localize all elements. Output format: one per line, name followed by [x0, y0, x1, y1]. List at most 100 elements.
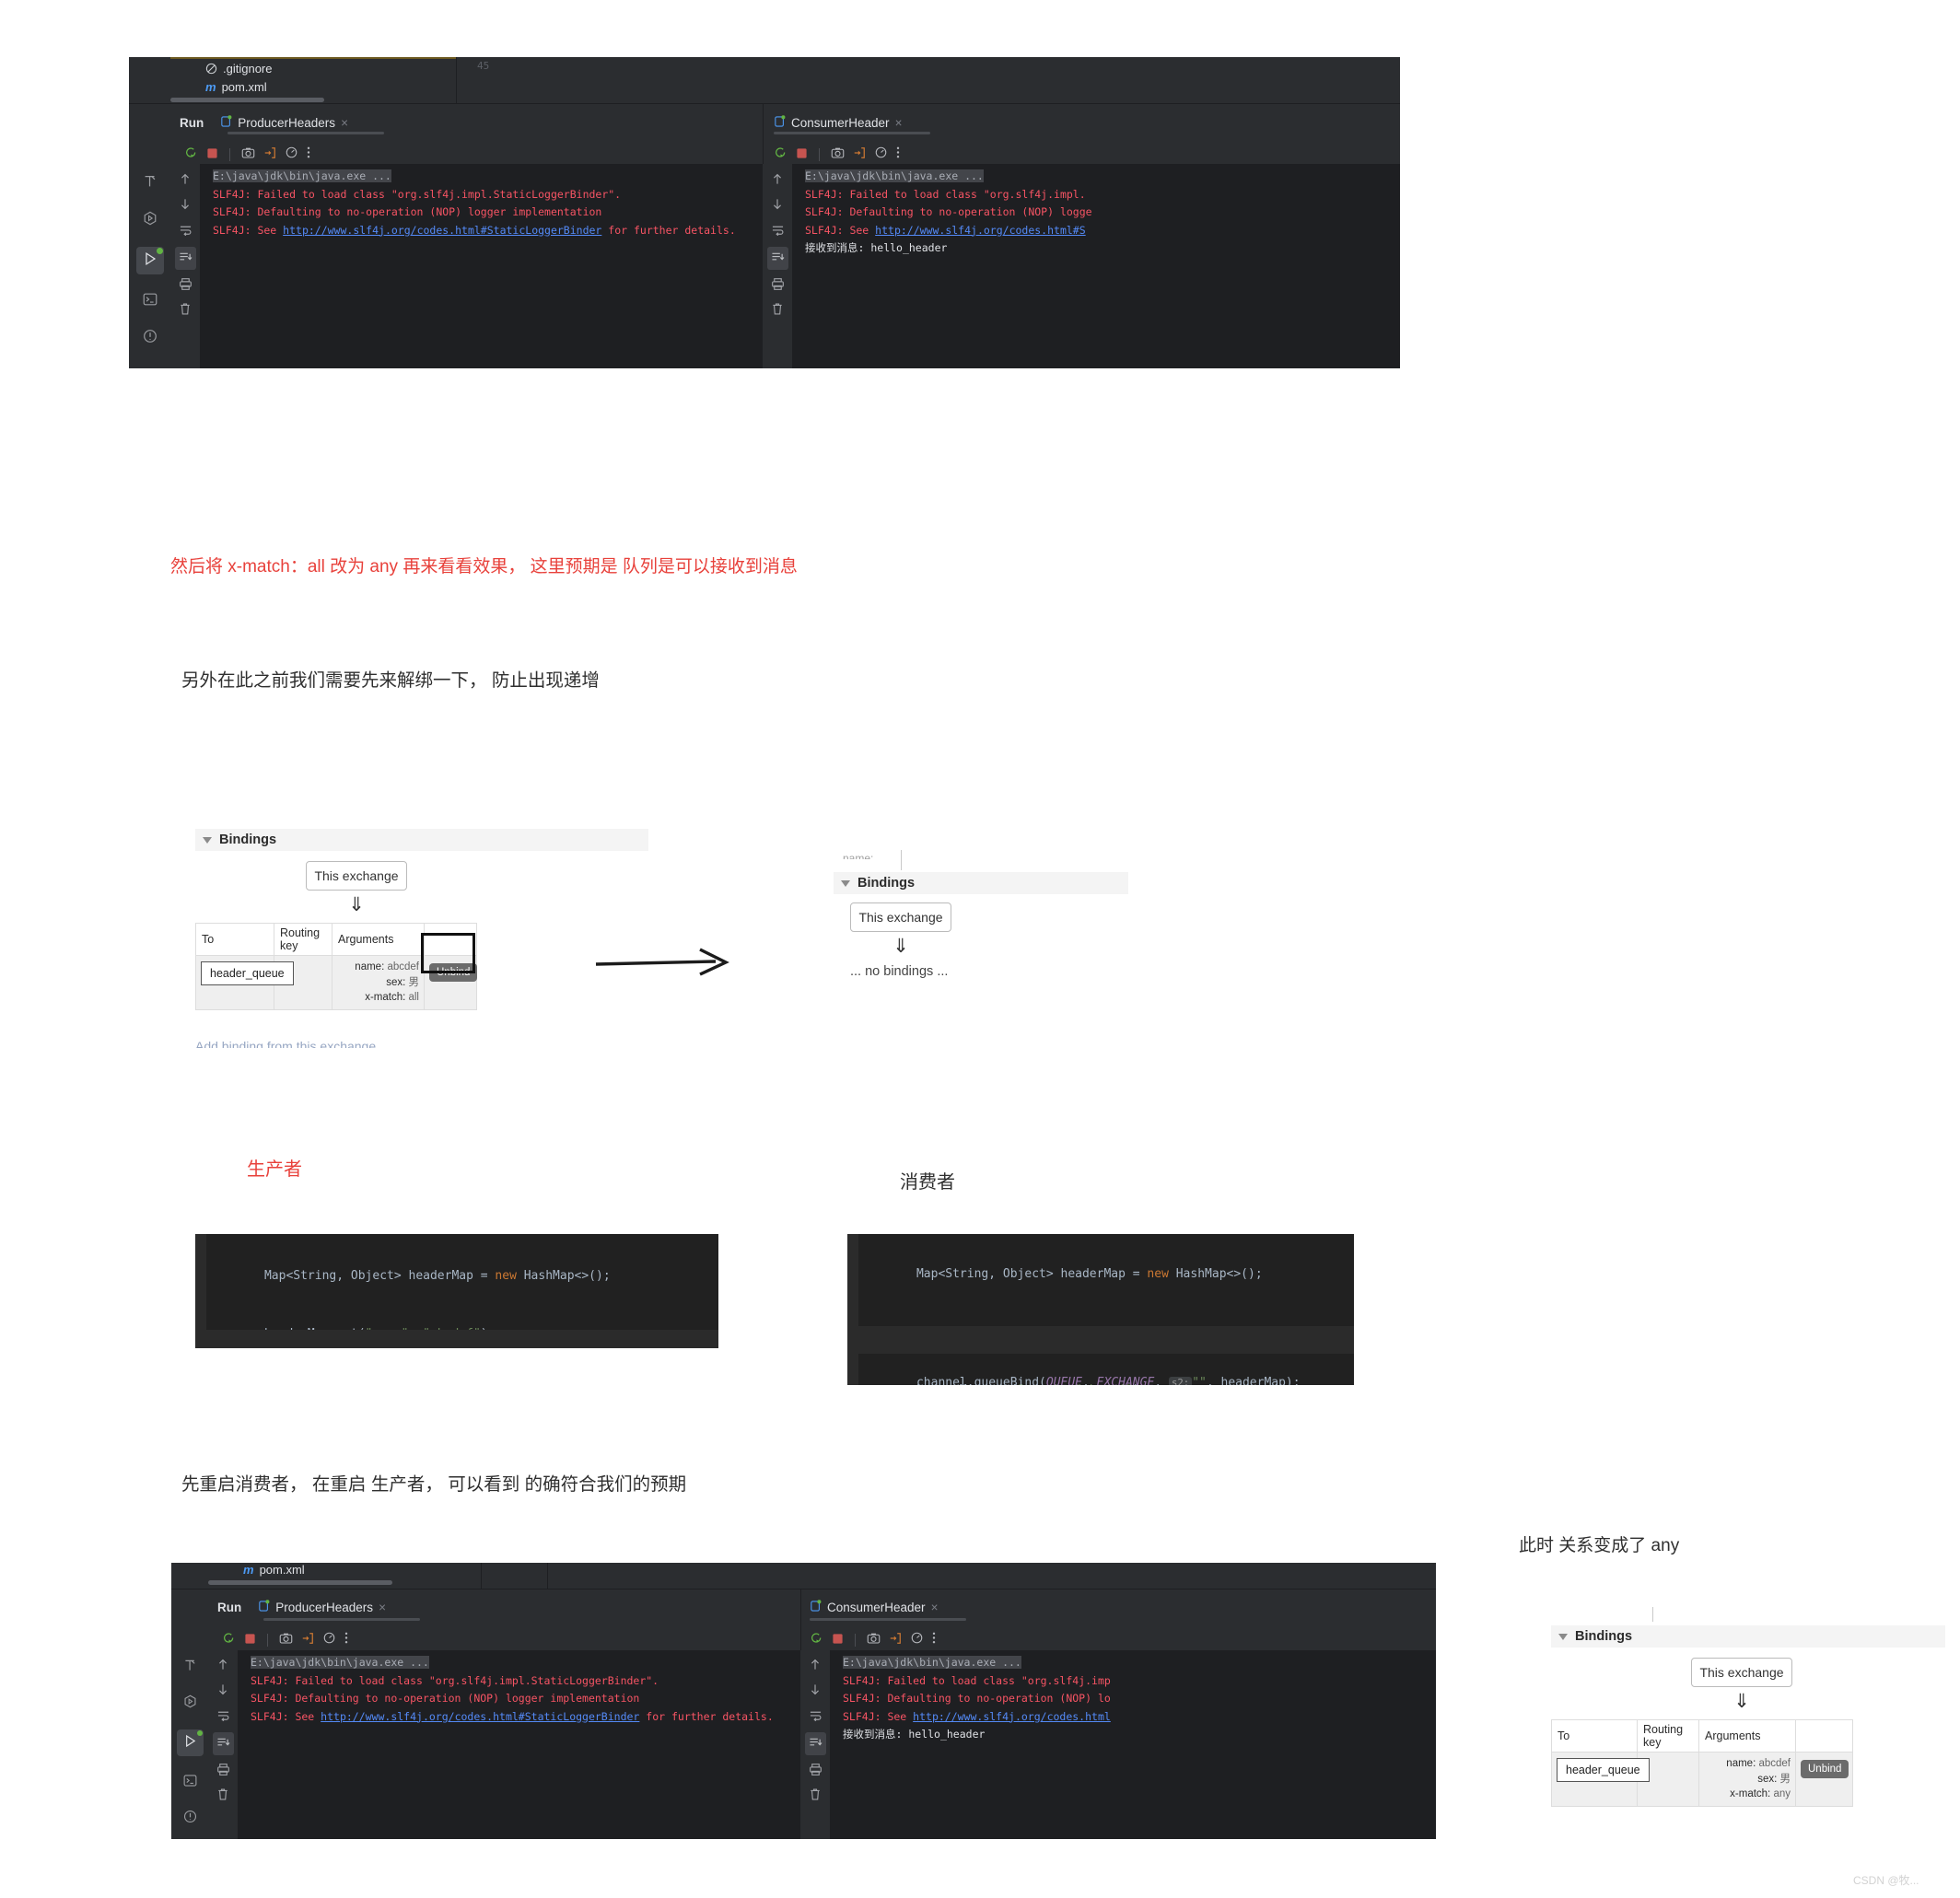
debug-icon[interactable]: [142, 210, 158, 230]
console-link[interactable]: http://www.slf4j.org/codes.html#StaticLo…: [283, 224, 601, 237]
clear-all-icon[interactable]: [179, 302, 192, 320]
scroll-to-end-icon[interactable]: [212, 1732, 234, 1755]
chevron-down-icon[interactable]: [1558, 1633, 1568, 1640]
scroll-down-icon[interactable]: [216, 1683, 229, 1700]
profiler-icon[interactable]: [910, 1631, 924, 1648]
terminal-icon[interactable]: [142, 291, 158, 311]
chevron-down-icon[interactable]: [841, 879, 850, 887]
run-tool-window-icon[interactable]: [135, 247, 164, 274]
soft-wrap-icon[interactable]: [216, 1707, 230, 1725]
console-output-right[interactable]: E:\java\jdk\bin\java.exe ... SLF4J: Fail…: [792, 164, 1400, 368]
file-tree-item[interactable]: m pom.xml: [243, 1563, 305, 1577]
profiler-icon[interactable]: [322, 1631, 336, 1648]
rerun-icon[interactable]: [810, 1631, 823, 1648]
unbind-button[interactable]: Unbind: [429, 963, 478, 982]
this-exchange-label: This exchange: [858, 910, 943, 925]
screenshot-icon[interactable]: [831, 146, 845, 163]
more-options-icon[interactable]: [307, 146, 310, 163]
rerun-icon[interactable]: [774, 146, 788, 163]
file-tree-scrollbar[interactable]: [170, 98, 324, 102]
bindings-section-header[interactable]: Bindings: [834, 872, 1128, 894]
add-binding-footer-clipped[interactable]: Add binding from this exchange: [195, 1039, 435, 1048]
screenshot-icon[interactable]: [279, 1631, 293, 1648]
more-options-icon[interactable]: [896, 146, 900, 163]
build-icon[interactable]: [142, 173, 158, 193]
file-tree-item-label: .gitignore: [223, 62, 273, 76]
problems-icon[interactable]: [142, 328, 158, 348]
scroll-to-end-icon[interactable]: [766, 247, 788, 270]
export-icon[interactable]: [301, 1631, 314, 1648]
tab-consumer-header[interactable]: ConsumerHeader ×: [774, 114, 903, 131]
bindings-section-header[interactable]: Bindings: [195, 829, 648, 851]
soft-wrap-icon[interactable]: [771, 222, 785, 239]
rerun-icon[interactable]: [222, 1631, 236, 1648]
debug-icon[interactable]: [182, 1694, 198, 1713]
tab-producer-headers[interactable]: ProducerHeaders ×: [220, 114, 348, 131]
consumer-code-block[interactable]: Map<String, Object> headerMap = new Hash…: [847, 1234, 1354, 1385]
scroll-down-icon[interactable]: [179, 197, 192, 215]
bindings-section-header[interactable]: Bindings: [1551, 1625, 1945, 1648]
soft-wrap-icon[interactable]: [809, 1707, 822, 1725]
clear-all-icon[interactable]: [809, 1787, 822, 1805]
screenshot-icon[interactable]: [241, 146, 255, 163]
print-icon[interactable]: [216, 1763, 230, 1780]
print-icon[interactable]: [771, 277, 785, 295]
problems-icon[interactable]: [182, 1809, 198, 1828]
close-icon[interactable]: ×: [341, 116, 348, 130]
soft-wrap-icon[interactable]: [179, 222, 192, 239]
project-file-tree[interactable]: m pom.xml: [208, 1563, 481, 1589]
arg-row: name: abcdef: [1704, 1756, 1791, 1772]
profiler-icon[interactable]: [285, 146, 298, 163]
file-tree-item[interactable]: .gitignore: [205, 62, 272, 76]
build-icon[interactable]: [182, 1658, 198, 1677]
profiler-icon[interactable]: [874, 146, 888, 163]
file-tree-item[interactable]: m pom.xml: [205, 80, 267, 94]
tab-consumer-header[interactable]: ConsumerHeader ×: [810, 1599, 939, 1615]
scroll-to-end-icon[interactable]: [174, 247, 196, 270]
export-icon[interactable]: [263, 146, 276, 163]
console-output-left[interactable]: E:\java\jdk\bin\java.exe ... SLF4J: Fail…: [200, 164, 763, 368]
unbind-button[interactable]: Unbind: [1801, 1760, 1849, 1778]
console-output-right[interactable]: E:\java\jdk\bin\java.exe ... SLF4J: Fail…: [830, 1650, 1436, 1839]
scroll-up-icon[interactable]: [771, 172, 784, 190]
export-icon[interactable]: [889, 1631, 902, 1648]
scroll-down-icon[interactable]: [809, 1683, 822, 1700]
close-icon[interactable]: ×: [895, 116, 903, 130]
scroll-to-end-icon[interactable]: [804, 1732, 826, 1755]
stop-icon[interactable]: [206, 146, 218, 163]
producer-code-block[interactable]: Map<String, Object> headerMap = new Hash…: [195, 1234, 718, 1348]
stop-icon[interactable]: [244, 1631, 256, 1648]
more-options-icon[interactable]: [932, 1631, 936, 1648]
print-icon[interactable]: [809, 1763, 822, 1780]
console-link[interactable]: http://www.slf4j.org/codes.html#StaticLo…: [321, 1710, 639, 1723]
rerun-icon[interactable]: [184, 146, 198, 163]
queue-link[interactable]: header_queue: [201, 961, 294, 985]
more-options-icon[interactable]: [344, 1631, 348, 1648]
console-output-left[interactable]: E:\java\jdk\bin\java.exe ... SLF4J: Fail…: [238, 1650, 800, 1839]
screenshot-icon[interactable]: [867, 1631, 881, 1648]
scroll-up-icon[interactable]: [179, 172, 192, 190]
terminal-icon[interactable]: [182, 1773, 198, 1792]
scroll-up-icon[interactable]: [216, 1658, 229, 1675]
console-link[interactable]: http://www.slf4j.org/codes.html#S: [875, 224, 1085, 237]
tab-producer-headers[interactable]: ProducerHeaders ×: [258, 1599, 386, 1615]
col-actions: [424, 923, 477, 956]
project-file-tree[interactable]: .gitignore m pom.xml: [170, 57, 456, 103]
run-tool-window-icon[interactable]: [176, 1729, 204, 1756]
console-link[interactable]: http://www.slf4j.org/codes.html: [913, 1710, 1111, 1723]
arg-key: x-match:: [1730, 1788, 1771, 1800]
print-icon[interactable]: [179, 277, 192, 295]
clear-all-icon[interactable]: [771, 302, 784, 320]
export-icon[interactable]: [853, 146, 866, 163]
stop-icon[interactable]: [832, 1631, 844, 1648]
scroll-up-icon[interactable]: [809, 1658, 822, 1675]
chevron-down-icon[interactable]: [203, 836, 212, 844]
clear-all-icon[interactable]: [216, 1787, 229, 1805]
bindings-title: Bindings: [219, 833, 277, 847]
close-icon[interactable]: ×: [379, 1601, 386, 1614]
close-icon[interactable]: ×: [931, 1601, 939, 1614]
scroll-down-icon[interactable]: [771, 197, 784, 215]
stop-icon[interactable]: [796, 146, 808, 163]
queue-link[interactable]: header_queue: [1557, 1758, 1650, 1782]
file-tree-scrollbar[interactable]: [208, 1580, 392, 1585]
